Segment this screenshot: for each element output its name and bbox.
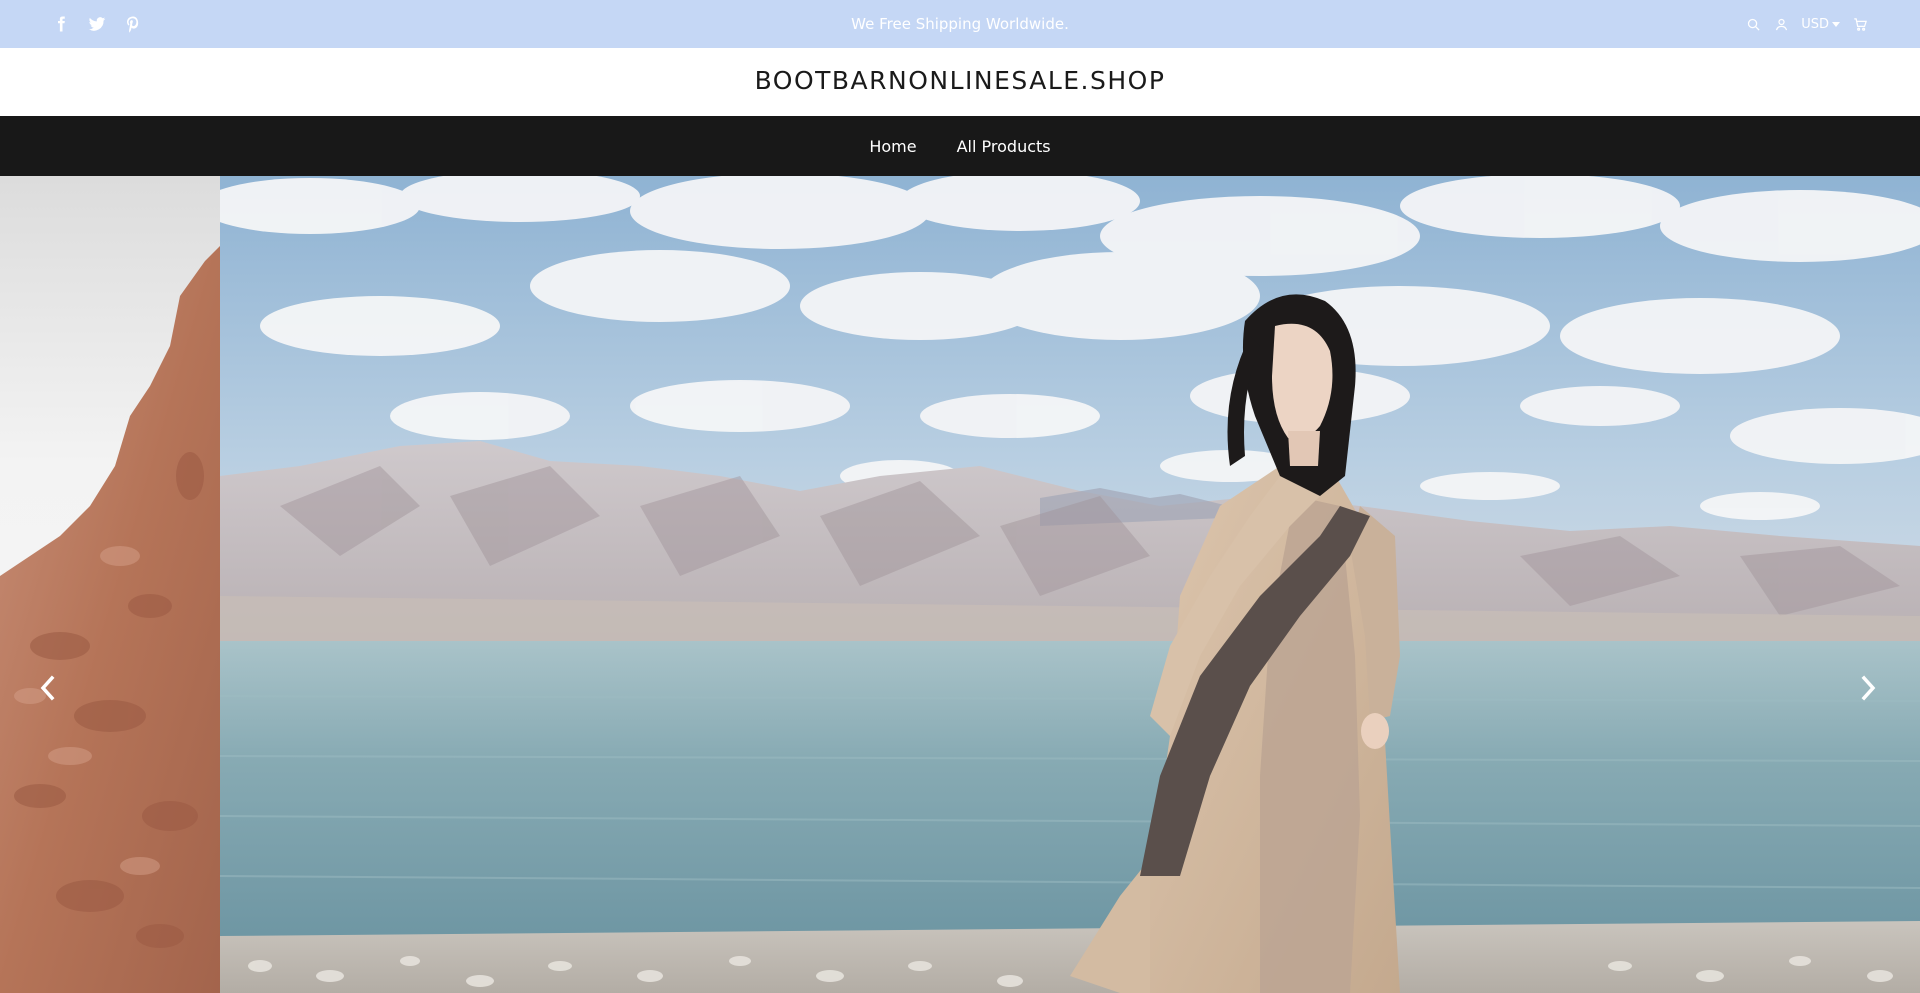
user-icon[interactable] [1773, 16, 1789, 32]
nav-item-all-products[interactable]: All Products [957, 137, 1051, 156]
chevron-left-icon [40, 675, 55, 701]
header-tools: USD [1745, 0, 1868, 48]
previous-slide-image [0, 176, 220, 993]
hero-slider [0, 176, 1920, 993]
cart-icon[interactable] [1852, 16, 1868, 32]
search-icon[interactable] [1745, 16, 1761, 32]
slider-next-button[interactable] [1848, 666, 1888, 710]
currency-label: USD [1801, 16, 1829, 32]
nav-item-home[interactable]: Home [869, 137, 916, 156]
announcement-bar: We Free Shipping Worldwide. USD [0, 0, 1920, 48]
logo-bar: BOOTBARNONLINESALE.SHOP [0, 48, 1920, 116]
announcement-text: We Free Shipping Worldwide. [851, 15, 1069, 33]
slider-prev-button[interactable] [28, 666, 68, 710]
site-logo[interactable]: BOOTBARNONLINESALE.SHOP [755, 66, 1166, 95]
chevron-down-icon [1832, 22, 1840, 27]
hero-slide-image[interactable] [220, 176, 1920, 993]
main-nav: Home All Products [0, 116, 1920, 176]
chevron-right-icon [1861, 675, 1876, 701]
currency-selector[interactable]: USD [1801, 17, 1840, 32]
